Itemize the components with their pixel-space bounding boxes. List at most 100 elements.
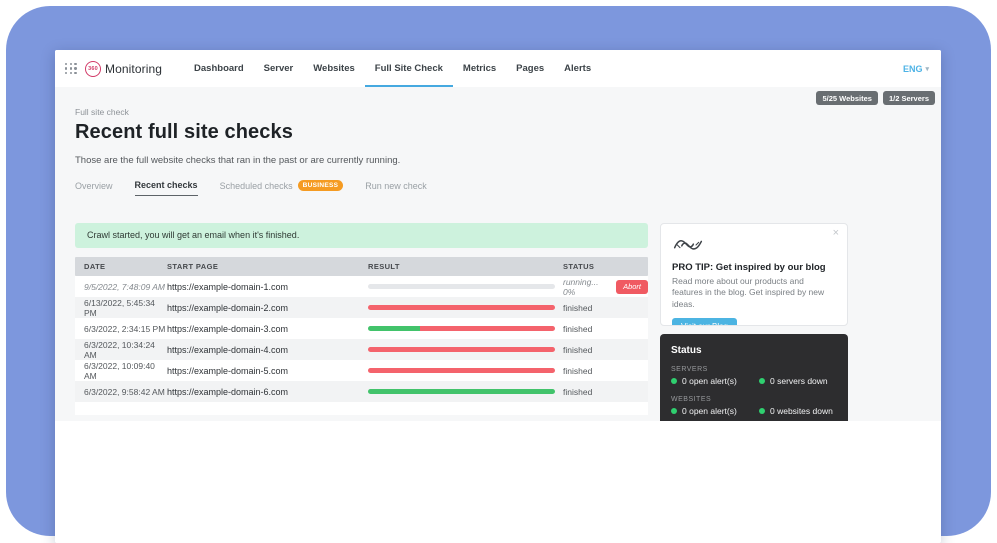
tab-label: Scheduled checks [220, 181, 293, 191]
marketing-canvas: 360 Monitoring Dashboard Server Websites Fu… [0, 0, 997, 543]
nav-item-label: Server [264, 63, 294, 74]
nav-item-dashboard[interactable]: Dashboard [184, 50, 254, 87]
tab-overview[interactable]: Overview [75, 181, 113, 196]
table-row[interactable]: 9/5/2022, 7:48:09 AM https://example-dom… [75, 276, 648, 297]
status-item: 0 websites down [759, 406, 833, 416]
status-section-label: WEBSITES [671, 396, 837, 403]
check-status: finished [563, 303, 592, 313]
nav-item-full-site-check[interactable]: Full Site Check [365, 50, 453, 87]
status-panel: Status SERVERS 0 open alert(s) 0 servers… [660, 334, 848, 421]
check-status: running... 0% [563, 277, 611, 297]
tab-label: Overview [75, 181, 113, 191]
page-title: Recent full site checks [75, 121, 941, 144]
checks-column: Crawl started, you will get an email whe… [75, 223, 648, 415]
page-description: Those are the full website checks that r… [75, 155, 941, 166]
nav-item-metrics[interactable]: Metrics [453, 50, 506, 87]
status-section-websites: WEBSITES 0 open alert(s) 0 websites down [671, 396, 837, 416]
nav-item-server[interactable]: Server [254, 50, 304, 87]
usage-badge-5-25-websites[interactable]: 5/25 Websites [816, 91, 877, 105]
status-ok-dot-icon [671, 378, 677, 384]
nav-item-label: Alerts [564, 63, 591, 74]
tab-run-new-check[interactable]: Run new check [365, 181, 427, 196]
nav-item-websites[interactable]: Websites [303, 50, 365, 87]
check-start-page: https://example-domain-5.com [167, 366, 368, 376]
brand-logo[interactable]: 360 Monitoring [85, 61, 162, 77]
pro-tip-card: × PRO TIP: Get inspired by our blog Read… [660, 223, 848, 326]
result-progress-bar [368, 305, 555, 310]
nav-item-label: Full Site Check [375, 63, 443, 74]
brand-name: Monitoring [105, 62, 162, 76]
nav-item-label: Metrics [463, 63, 496, 74]
side-column: × PRO TIP: Get inspired by our blog Read… [660, 223, 848, 421]
page-content: 5/25 Websites 1/2 Servers Full site check… [55, 87, 941, 421]
check-status: finished [563, 345, 592, 355]
table-row[interactable]: 6/3/2022, 2:34:15 PM https://example-dom… [75, 318, 648, 339]
check-date: 6/3/2022, 10:34:24 AM [84, 340, 167, 360]
breadcrumb: Full site check [75, 107, 941, 117]
business-badge: BUSINESS [298, 180, 344, 191]
success-banner: Crawl started, you will get an email whe… [75, 223, 648, 248]
app-launcher-grid-icon[interactable] [65, 63, 77, 75]
column-header-result: RESULT [368, 262, 563, 271]
nav-item-alerts[interactable]: Alerts [554, 50, 601, 87]
status-ok-dot-icon [759, 378, 765, 384]
status-section-servers: SERVERS 0 open alert(s) 0 servers down [671, 366, 837, 386]
status-item: 0 open alert(s) [671, 406, 759, 416]
result-progress-bar [368, 389, 555, 394]
status-ok-dot-icon [759, 408, 765, 414]
result-progress-bar [368, 347, 555, 352]
status-ok-dot-icon [671, 408, 677, 414]
table-row[interactable]: 6/3/2022, 10:09:40 AM https://example-do… [75, 360, 648, 381]
pro-tip-body: Read more about our products and feature… [672, 276, 836, 310]
abort-button[interactable]: Abort [616, 280, 648, 294]
check-status: finished [563, 387, 592, 397]
status-item: 0 servers down [759, 376, 828, 386]
table-header-row: DATE START PAGE RESULT STATUS [75, 257, 648, 276]
result-progress-bar [368, 326, 555, 331]
table-row[interactable]: 6/3/2022, 10:34:24 AM https://example-do… [75, 339, 648, 360]
language-label: ENG [903, 64, 923, 74]
table-row[interactable]: 6/3/2022, 9:58:42 AM https://example-dom… [75, 381, 648, 402]
status-item-text: 0 open alert(s) [682, 376, 737, 386]
tab-bar: Overview Recent checks Scheduled checks … [75, 180, 941, 196]
check-start-page: https://example-domain-6.com [167, 387, 368, 397]
tab-label: Recent checks [135, 180, 198, 190]
recent-checks-table: DATE START PAGE RESULT STATUS 9/5/2022, … [75, 257, 648, 415]
table-row[interactable]: 6/13/2022, 5:45:34 PM https://example-do… [75, 297, 648, 318]
check-date: 6/13/2022, 5:45:34 PM [84, 298, 167, 318]
nav-item-pages[interactable]: Pages [506, 50, 554, 87]
nav-item-label: Dashboard [194, 63, 244, 74]
main-nav: Dashboard Server Websites Full Site Check Me… [184, 50, 601, 87]
table-empty-row [75, 402, 648, 415]
usage-badges: 5/25 Websites 1/2 Servers [816, 91, 935, 105]
table-body: 9/5/2022, 7:48:09 AM https://example-dom… [75, 276, 648, 402]
tab-label: Run new check [365, 181, 427, 191]
tab-recent-checks[interactable]: Recent checks [135, 180, 198, 196]
close-icon[interactable]: × [833, 228, 839, 239]
app-window: 360 Monitoring Dashboard Server Websites Fu… [55, 50, 941, 543]
check-date: 6/3/2022, 9:58:42 AM [84, 387, 167, 397]
column-header-start-page: START PAGE [167, 262, 368, 271]
result-progress-bar [368, 284, 555, 289]
nav-item-label: Websites [313, 63, 355, 74]
check-start-page: https://example-domain-2.com [167, 303, 368, 313]
check-start-page: https://example-domain-1.com [167, 282, 368, 292]
status-item-text: 0 websites down [770, 406, 833, 416]
status-item-text: 0 servers down [770, 376, 828, 386]
visit-blog-button[interactable]: Visit our Blog [672, 318, 737, 326]
column-header-status: STATUS [563, 262, 648, 271]
app-header: 360 Monitoring Dashboard Server Websites Fu… [55, 50, 941, 87]
status-panel-title: Status [671, 345, 837, 356]
status-section-label: SERVERS [671, 366, 837, 373]
language-selector[interactable]: ENG ▾ [903, 50, 929, 87]
result-progress-bar [368, 368, 555, 373]
status-item-text: 0 open alert(s) [682, 406, 737, 416]
tab-scheduled-checks[interactable]: Scheduled checks BUSINESS [220, 180, 344, 196]
check-start-page: https://example-domain-3.com [167, 324, 368, 334]
check-status: finished [563, 366, 592, 376]
usage-badge-1-2-servers[interactable]: 1/2 Servers [883, 91, 935, 105]
check-date: 9/5/2022, 7:48:09 AM [84, 282, 167, 292]
handshake-icon [672, 234, 704, 256]
check-date: 6/3/2022, 2:34:15 PM [84, 324, 167, 334]
status-item: 0 open alert(s) [671, 376, 759, 386]
